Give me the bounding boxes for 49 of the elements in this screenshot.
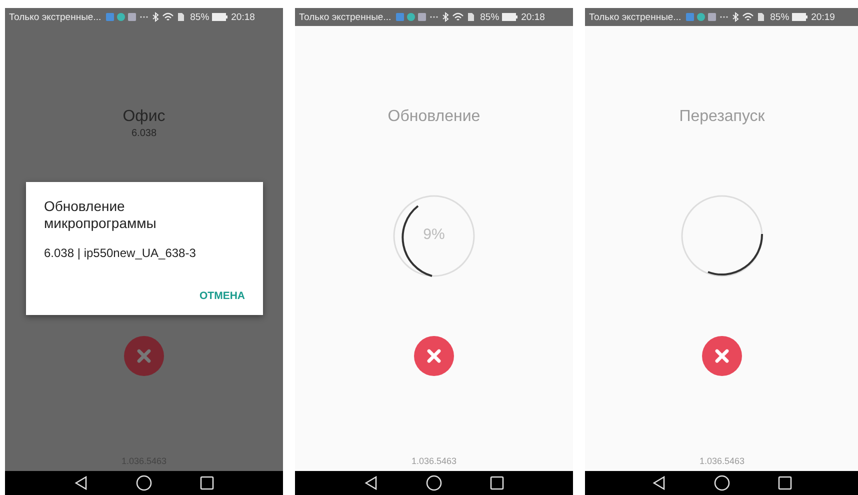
screen-title: Офис (122, 108, 166, 126)
cancel-button[interactable] (124, 336, 164, 376)
wifi-icon (742, 12, 754, 22)
back-icon (652, 476, 666, 490)
cancel-text-button[interactable]: ОТМЕНА (200, 290, 245, 302)
image-icon (708, 13, 716, 21)
wifi-icon (452, 12, 464, 22)
wifi-icon (162, 12, 174, 22)
close-icon (426, 348, 442, 364)
bluetooth-icon (442, 12, 450, 22)
bluetooth-icon (152, 12, 160, 22)
progress-percent: 9% (422, 226, 446, 243)
back-icon (74, 476, 88, 490)
home-icon (426, 475, 442, 491)
back-icon (364, 476, 378, 490)
recents-icon (200, 476, 214, 490)
app-version: 1.036.5463 (411, 456, 457, 466)
clock-time: 20:18 (231, 12, 255, 22)
dialog-title: Обновление микропрограммы (44, 198, 158, 232)
home-icon (136, 475, 152, 491)
notification-text: Только экстренные... (299, 12, 392, 22)
screen-title: Перезапуск (679, 108, 765, 126)
home-icon (714, 475, 730, 491)
bluetooth-icon (732, 12, 740, 22)
version-number: 6.038 (131, 128, 157, 139)
battery-icon (502, 13, 518, 21)
recents-icon (490, 476, 504, 490)
cancel-button[interactable] (702, 336, 742, 376)
recents-icon (778, 476, 792, 490)
app-version: 1.036.5463 (699, 456, 745, 466)
sim-card-icon (177, 12, 186, 22)
image-icon (128, 13, 136, 21)
clock-time: 20:19 (811, 12, 835, 22)
close-icon (136, 348, 152, 364)
sim-card-icon (757, 12, 766, 22)
notification-text: Только экстренные... (589, 12, 682, 22)
battery-icon (212, 13, 228, 21)
clock-time: 20:18 (521, 12, 545, 22)
screen-title: Обновление (388, 108, 480, 126)
sim-card-icon (467, 12, 476, 22)
cancel-button[interactable] (414, 336, 454, 376)
battery-percent: 85% (770, 12, 790, 22)
notification-text: Только экстренные... (9, 12, 102, 22)
battery-percent: 85% (480, 12, 500, 22)
close-icon (714, 348, 730, 364)
battery-icon (792, 13, 808, 21)
image-icon (418, 13, 426, 21)
dialog-message: 6.038 | ip550new_UA_638-3 (44, 246, 197, 260)
battery-percent: 85% (190, 12, 210, 22)
